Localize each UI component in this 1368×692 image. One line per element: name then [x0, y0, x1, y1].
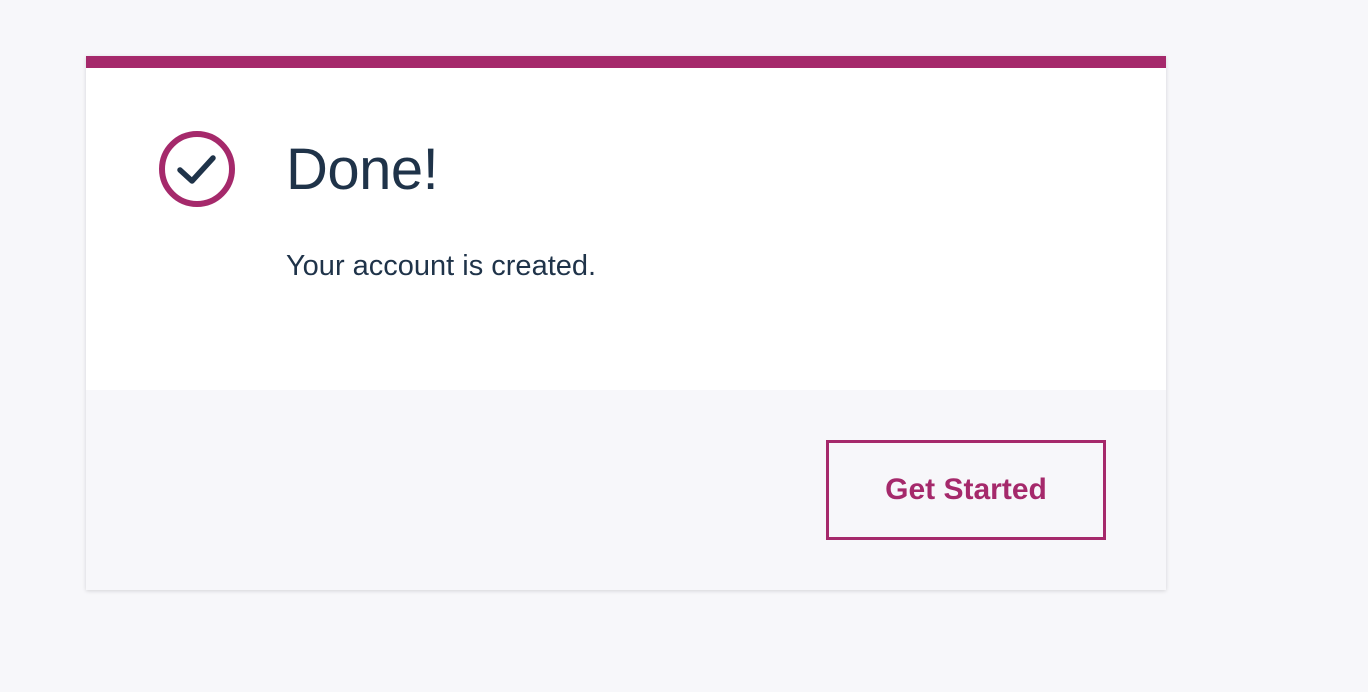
confirmation-card: Done! Your account is created. Get Start…	[86, 56, 1166, 590]
card-footer: Get Started	[86, 390, 1166, 590]
card-accent-bar	[86, 56, 1166, 68]
check-circle-icon	[158, 130, 236, 208]
card-body: Done! Your account is created.	[86, 68, 1166, 390]
page-title: Done!	[286, 137, 439, 202]
get-started-button[interactable]: Get Started	[826, 440, 1106, 540]
success-message: Your account is created.	[286, 250, 597, 282]
